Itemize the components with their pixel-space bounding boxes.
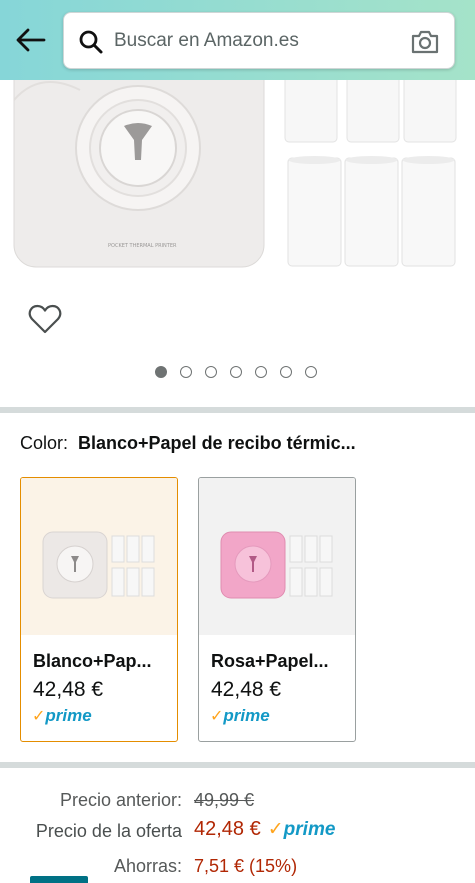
section-divider xyxy=(0,762,475,768)
savings-label: Ahorras: xyxy=(113,856,182,876)
color-selection: Color: Blanco+Papel de recibo térmic... xyxy=(20,433,356,454)
device-label: POCKET THERMAL PRINTER xyxy=(108,243,177,249)
variant-card-rosa[interactable]: Rosa+Papel... 42,48 € ✓ prime xyxy=(198,477,356,742)
product-image[interactable]: POCKET THERMAL PRINTER xyxy=(0,80,475,280)
prime-badge: ✓ prime xyxy=(210,706,270,725)
savings-value: 7,51 € (15%) xyxy=(194,856,298,876)
search-icon xyxy=(79,30,103,54)
section-divider xyxy=(0,407,475,413)
prime-badge: ✓ prime xyxy=(32,706,92,725)
variant-card-blanco[interactable]: Blanco+Pap... 42,48 € ✓ prime xyxy=(20,477,178,742)
prime-badge: ✓ prime xyxy=(267,819,336,840)
bottom-tab-indicator xyxy=(30,876,88,883)
search-bar[interactable]: Buscar en Amazon.es xyxy=(63,12,455,69)
product-photo: POCKET THERMAL PRINTER xyxy=(13,80,457,268)
variant-thumbnail xyxy=(21,478,177,635)
carousel-dot[interactable] xyxy=(230,366,242,378)
deal-price-label: Precio de la oferta xyxy=(35,821,182,841)
previous-price-label: Precio anterior: xyxy=(59,790,182,810)
carousel-dot[interactable] xyxy=(155,366,167,378)
carousel-dot[interactable] xyxy=(255,366,267,378)
color-value: Blanco+Papel de recibo térmic... xyxy=(78,433,356,453)
camera-icon[interactable] xyxy=(410,28,440,56)
top-bar: Buscar en Amazon.es xyxy=(0,0,475,80)
previous-price-value: 49,99 € xyxy=(194,790,255,810)
carousel-dot[interactable] xyxy=(280,366,292,378)
variant-name: Rosa+Papel... xyxy=(211,651,329,671)
variant-name: Blanco+Pap... xyxy=(33,651,152,671)
carousel-dot[interactable] xyxy=(180,366,192,378)
heart-icon[interactable] xyxy=(28,303,62,335)
prime-check-icon: ✓ xyxy=(32,708,46,725)
prime-check-icon: ✓ xyxy=(267,819,284,840)
search-placeholder[interactable]: Buscar en Amazon.es xyxy=(114,30,299,52)
carousel-indicators xyxy=(155,366,317,378)
carousel-dot[interactable] xyxy=(205,366,217,378)
variant-price: 42,48 € xyxy=(33,678,104,701)
carousel-dot[interactable] xyxy=(305,366,317,378)
deal-price-value: 42,48 € ✓ prime xyxy=(194,818,336,840)
back-arrow-icon[interactable] xyxy=(14,26,46,54)
color-label: Color: xyxy=(20,433,69,453)
prime-check-icon: ✓ xyxy=(210,708,224,725)
variant-price: 42,48 € xyxy=(211,678,282,701)
variant-thumbnail xyxy=(199,478,355,635)
